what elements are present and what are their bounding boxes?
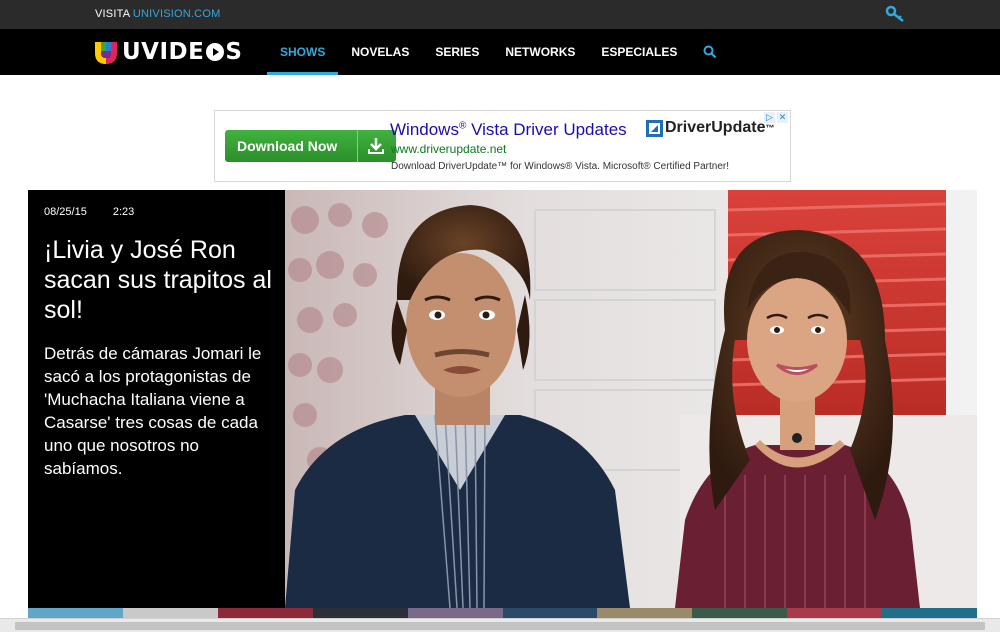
driverupdate-logo-icon <box>646 119 663 137</box>
thumbnail-item[interactable] <box>597 608 693 618</box>
thumbnail-item[interactable] <box>502 608 598 618</box>
featured-video[interactable]: 08/25/15 2:23 ¡Livia y José Ron sacan sus… <box>28 190 977 608</box>
video-date: 08/25/15 <box>44 206 87 218</box>
thumbnail-item[interactable] <box>882 608 978 618</box>
adchoices[interactable]: ▷ ✕ <box>764 112 788 123</box>
main-nav-bar: UVIDE S SHOWS NOVELAS SERIES NETWORKS ES… <box>0 29 1000 75</box>
univision-link[interactable]: UNIVISION.COM <box>133 8 221 20</box>
visit-univision[interactable]: VISITA UNIVISION.COM <box>95 8 220 20</box>
logo-text-left: UVIDE <box>122 39 205 65</box>
video-title[interactable]: ¡Livia y José Ron sacan sus trapitos al … <box>44 235 279 325</box>
play-icon <box>206 43 225 61</box>
ad-brand[interactable]: DriverUpdate ™ <box>646 119 774 137</box>
nav-item-especiales[interactable]: ESPECIALES <box>588 29 690 75</box>
thumbnail-item[interactable] <box>787 608 883 618</box>
ad-brand-name: DriverUpdate <box>665 119 766 136</box>
video-meta: 08/25/15 2:23 <box>44 206 134 218</box>
video-thumbnail-image[interactable] <box>285 190 977 608</box>
download-now-label: Download Now <box>237 138 338 154</box>
ad-description: Download DriverUpdate™ for Windows® Vist… <box>391 161 730 172</box>
ad-headline-part2: Vista Driver Updates <box>466 120 627 139</box>
ad-headline[interactable]: Windows® Vista Driver Updates <box>390 120 627 140</box>
univision-logo-icon <box>95 42 117 64</box>
download-now-button[interactable]: Download Now <box>225 130 396 162</box>
visit-prefix: VISITA <box>95 8 133 20</box>
nav-item-novelas[interactable]: NOVELAS <box>338 29 422 75</box>
nav-item-shows[interactable]: SHOWS <box>267 29 339 75</box>
nav-item-series[interactable]: SERIES <box>422 29 492 75</box>
nav-item-networks[interactable]: NETWORKS <box>492 29 588 75</box>
video-duration: 2:23 <box>112 206 135 218</box>
search-button[interactable] <box>690 29 730 75</box>
logo-text-right: S <box>225 39 242 65</box>
horizontal-scrollbar[interactable] <box>0 618 1000 632</box>
video-summary: Detrás de cámaras Jomari le sacó a los p… <box>44 344 262 478</box>
main-nav: SHOWS NOVELAS SERIES NETWORKS ESPECIALES <box>267 29 730 75</box>
thumbnail-strip[interactable] <box>28 608 978 618</box>
scrollbar-thumb[interactable] <box>15 622 985 630</box>
thumbnail-item[interactable] <box>692 608 788 618</box>
uvideos-logo[interactable]: UVIDE S <box>93 39 242 65</box>
ad-close-icon[interactable]: ✕ <box>777 112 788 123</box>
top-strip: VISITA UNIVISION.COM <box>0 0 1000 29</box>
search-icon <box>703 45 717 59</box>
adchoices-icon[interactable]: ▷ <box>764 112 775 123</box>
ad-brand-tm: ™ <box>765 123 775 133</box>
key-icon[interactable] <box>884 5 906 23</box>
thumbnail-item[interactable] <box>122 608 218 618</box>
thumbnail-item[interactable] <box>217 608 313 618</box>
ad-headline-part1: Windows <box>390 120 459 139</box>
thumbnail-item[interactable] <box>312 608 408 618</box>
ad-url[interactable]: www.driverupdate.net <box>391 142 506 156</box>
advertisement-banner[interactable]: Download Now Windows® Vista Driver Updat… <box>214 110 791 182</box>
thumbnail-item[interactable] <box>28 608 123 618</box>
download-arrow-icon <box>357 130 393 162</box>
thumbnail-item[interactable] <box>407 608 503 618</box>
